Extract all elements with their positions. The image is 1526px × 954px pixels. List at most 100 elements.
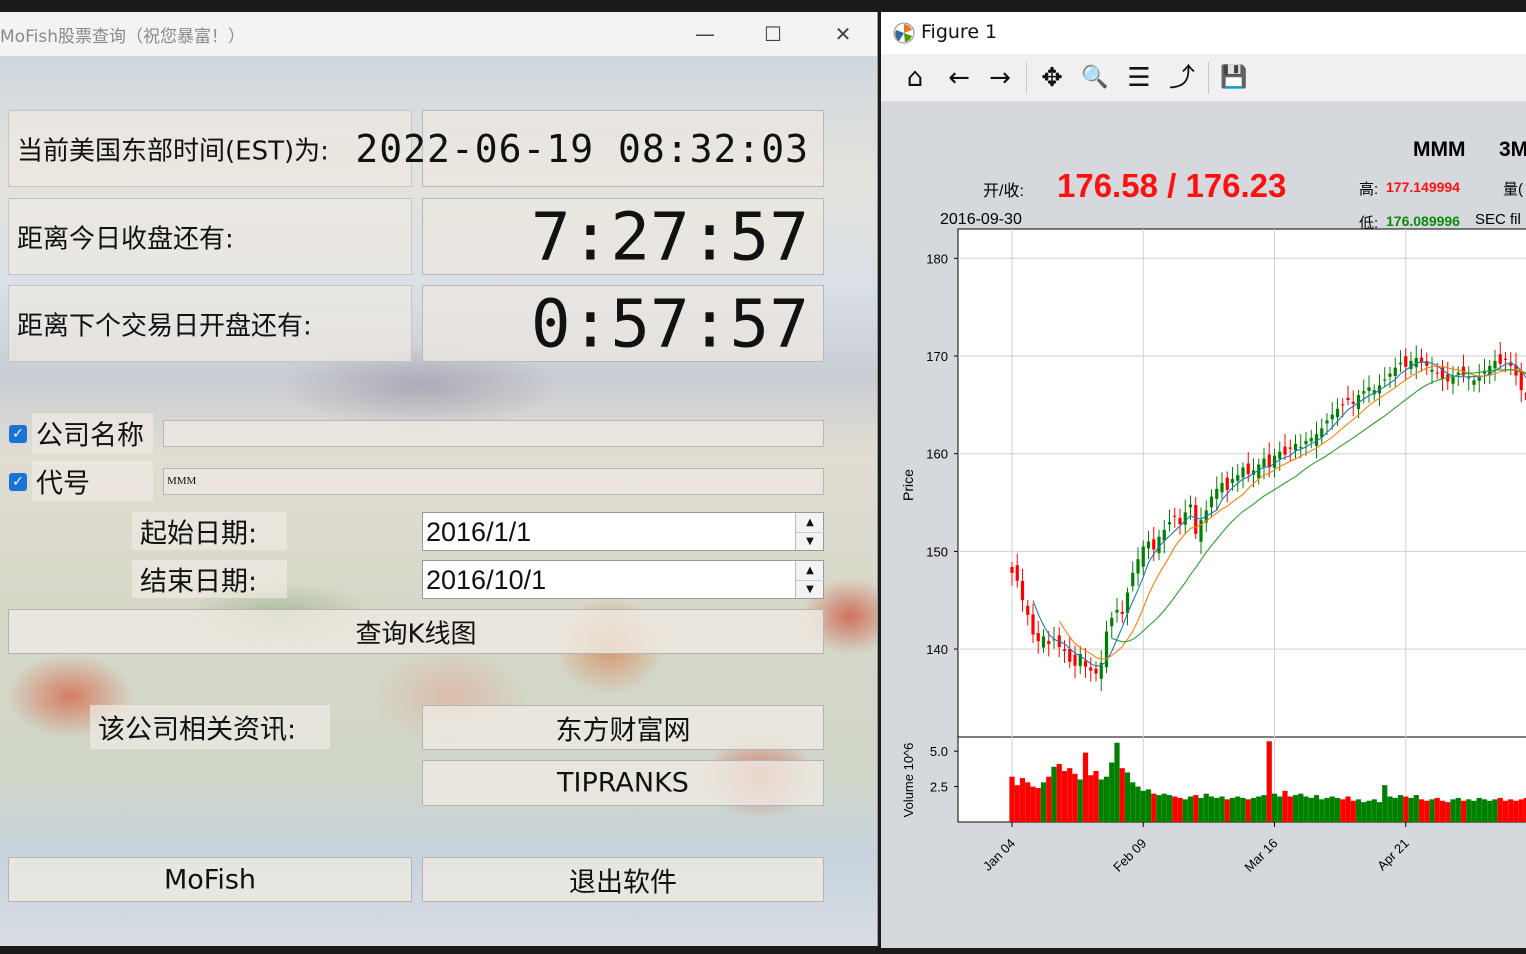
candle-body <box>1451 376 1455 384</box>
volume-axis-label: Volume 10^6 <box>901 743 916 818</box>
volume-bar <box>1292 795 1299 822</box>
volume-tick-label: 5.0 <box>930 744 948 759</box>
ticker-label: 代号 <box>32 461 153 501</box>
candle-body <box>1089 667 1093 671</box>
candle-body <box>1199 520 1203 542</box>
candle-body <box>1435 372 1439 374</box>
candle-body <box>1068 649 1072 662</box>
volume-bar <box>1088 775 1094 822</box>
volume-bar <box>1025 782 1031 822</box>
query-kline-button[interactable]: 查询K线图 <box>8 609 824 654</box>
window-title: MoFish股票查询（祝您暴富！） <box>0 27 245 47</box>
candle-body <box>1094 668 1098 674</box>
candle-body <box>1120 611 1124 614</box>
candle-body <box>1241 467 1245 478</box>
volume-bar <box>1371 799 1377 822</box>
kline-chart[interactable]: 140 150 160 170 180 2.5 5.0 Jan 04 Feb 09 Mar 16 A… <box>881 102 1526 948</box>
candle-body <box>1351 401 1355 404</box>
candle-body <box>1283 446 1287 455</box>
figure-title-bar[interactable]: Figure 1 <box>881 12 1526 54</box>
candle-body <box>1115 610 1119 613</box>
candle-body <box>1288 447 1292 449</box>
configure-subplots-icon[interactable]: ☰ <box>1122 62 1156 94</box>
volume-bar <box>1109 762 1115 822</box>
title-bar[interactable]: MoFish股票查询（祝您暴富！） — ☐ ✕ <box>0 12 877 56</box>
matplotlib-logo-icon <box>893 22 915 44</box>
save-icon[interactable]: 💾 <box>1217 62 1251 94</box>
volume-bar <box>1245 799 1251 822</box>
candle-body <box>1183 512 1187 525</box>
volume-bar <box>1476 797 1482 822</box>
start-date-stepper[interactable]: ▲ ▼ <box>795 513 824 551</box>
candle-body <box>1293 443 1298 451</box>
end-date-up-arrow-icon[interactable]: ▲ <box>796 561 824 581</box>
candle-body <box>1194 505 1198 534</box>
time-tick-label: Apr 21 <box>1374 836 1412 874</box>
back-arrow-icon[interactable]: ← <box>942 62 976 94</box>
exit-button[interactable]: 退出软件 <box>422 857 824 902</box>
close-button[interactable]: ✕ <box>810 12 876 56</box>
volume-bar <box>1135 786 1141 822</box>
volume-bar <box>1429 799 1435 822</box>
ticker-checkbox[interactable]: ✓ <box>9 473 27 491</box>
start-date-spinbox[interactable]: 2016/1/1 ▲ ▼ <box>422 512 824 551</box>
company-name-input[interactable] <box>163 420 824 447</box>
tipranks-button[interactable]: TIPRANKS <box>422 760 824 806</box>
maximize-button[interactable]: ☐ <box>740 12 806 56</box>
zoom-icon[interactable]: 🔍 <box>1078 62 1112 94</box>
candle-body <box>1498 354 1502 364</box>
mofish-button[interactable]: MoFish <box>8 857 412 902</box>
volume-bar <box>1324 797 1330 822</box>
time-tick-label: Mar 16 <box>1241 836 1280 875</box>
volume-bar <box>1119 768 1125 822</box>
start-date-up-arrow-icon[interactable]: ▲ <box>796 513 824 533</box>
forward-arrow-icon[interactable]: → <box>983 62 1017 94</box>
figure-toolbar: ⌂ ← → ✥ 🔍 ☰ ⤴ 💾 <box>881 54 1526 102</box>
candle-body <box>1015 565 1019 581</box>
figure-title: Figure 1 <box>921 21 998 43</box>
figure-canvas[interactable]: MMM 3M 开/收: 176.58 / 176.23 2016-09-30 高… <box>881 102 1526 948</box>
volume-bar <box>1403 796 1409 822</box>
close-countdown-label: 距离今日收盘还有: <box>8 198 412 275</box>
candle-body <box>1036 633 1040 642</box>
pan-icon[interactable]: ✥ <box>1035 62 1069 94</box>
company-name-checkbox[interactable]: ✓ <box>9 425 27 443</box>
candle-body <box>1041 636 1046 648</box>
volume-bar <box>1040 782 1047 822</box>
end-date-stepper[interactable]: ▲ ▼ <box>795 561 824 599</box>
end-date-down-arrow-icon[interactable]: ▼ <box>796 580 824 599</box>
volume-bar <box>1014 785 1020 822</box>
candle-body <box>1220 483 1224 493</box>
candle-body <box>1073 654 1077 666</box>
volume-bar <box>1145 789 1152 822</box>
volume-bar <box>1219 796 1225 822</box>
eastmoney-button[interactable]: 东方财富网 <box>422 705 824 750</box>
minimize-button[interactable]: — <box>672 12 738 56</box>
home-icon[interactable]: ⌂ <box>898 62 932 94</box>
candle-body <box>1330 414 1334 420</box>
edit-axis-icon[interactable]: ⤴ <box>1165 62 1199 94</box>
volume-bar <box>1340 799 1346 822</box>
volume-bar <box>1502 800 1509 822</box>
volume-bar <box>1287 796 1293 822</box>
candle-body <box>1188 504 1193 508</box>
volume-bar <box>1250 797 1257 822</box>
volume-bar <box>1361 802 1367 822</box>
volume-bar <box>1303 796 1309 822</box>
volume-bar <box>1067 768 1073 822</box>
volume-bar <box>1466 799 1472 822</box>
candle-body <box>1404 356 1408 367</box>
volume-bar <box>1387 796 1393 822</box>
volume-bar <box>1214 797 1220 822</box>
candle-body <box>1272 455 1277 468</box>
volume-bar <box>1481 799 1488 822</box>
ticker-input[interactable]: MMM <box>163 468 824 495</box>
volume-bar <box>1345 796 1351 822</box>
volume-bar <box>1366 800 1372 822</box>
volume-bar <box>1082 752 1089 822</box>
volume-bar <box>1077 779 1083 822</box>
candle-body <box>1136 559 1140 574</box>
volume-bar <box>1019 778 1026 822</box>
end-date-spinbox[interactable]: 2016/10/1 ▲ ▼ <box>422 560 824 599</box>
start-date-down-arrow-icon[interactable]: ▼ <box>796 532 824 551</box>
